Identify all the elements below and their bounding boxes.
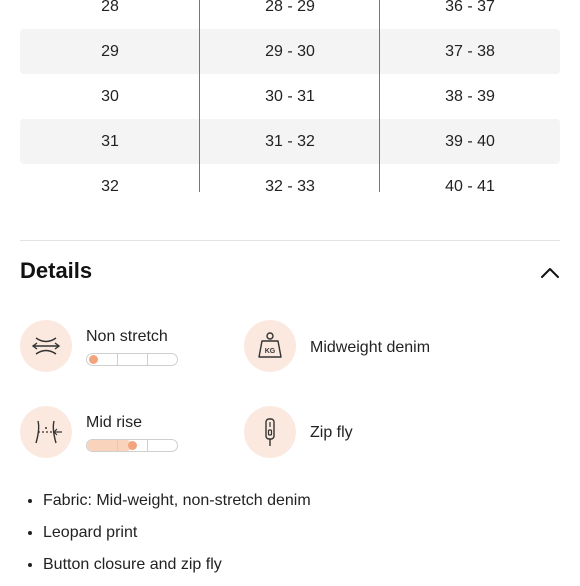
stretch-arrows-icon [20, 320, 72, 372]
size-table: 28 28 - 29 36 - 37 29 29 - 30 37 - 38 30… [20, 0, 560, 209]
table-cell: 37 - 38 [445, 43, 495, 60]
scale-knob [127, 441, 137, 450]
scale-tick [147, 440, 148, 451]
table-cell: 30 - 31 [265, 88, 315, 105]
scale-fill [87, 440, 132, 451]
table-row: 31 31 - 32 39 - 40 [20, 119, 560, 164]
table-cell: 28 [101, 0, 119, 15]
zipper-icon [244, 406, 296, 458]
list-item: Leopard print [28, 522, 311, 554]
feature-label: Non stretch [86, 328, 168, 345]
table-cell: 28 - 29 [265, 0, 315, 15]
table-cell: 36 - 37 [445, 0, 495, 15]
list-item: Fabric: Mid-weight, non-stretch denim [28, 490, 311, 522]
scale-tick [147, 354, 148, 365]
section-divider [20, 240, 560, 241]
weight-kg-icon: KG [244, 320, 296, 372]
table-cell: 31 - 32 [265, 133, 315, 150]
list-item: Button closure and zip fly [28, 554, 311, 586]
feature-label: Midweight denim [310, 339, 431, 356]
table-cell: 29 [101, 43, 119, 60]
details-heading: Details [20, 258, 93, 283]
feature-label: Zip fly [310, 424, 353, 441]
table-row: 32 32 - 33 40 - 41 [20, 164, 560, 209]
feature-label: Mid rise [86, 414, 143, 431]
scale-tick [117, 440, 118, 451]
scale-knob [89, 355, 98, 364]
stretch-scale [86, 353, 178, 366]
table-row: 28 28 - 29 36 - 37 [20, 0, 560, 29]
table-cell: 38 - 39 [445, 88, 495, 105]
table-cell: 31 [101, 133, 119, 150]
weight-icon-text: KG [265, 348, 276, 355]
details-bullet-list: Fabric: Mid-weight, non-stretch denim Le… [28, 490, 311, 586]
table-cell: 40 - 41 [445, 178, 495, 195]
table-cell: 32 - 33 [265, 178, 315, 195]
table-cell: 29 - 30 [265, 43, 315, 60]
chevron-up-icon [541, 268, 559, 278]
table-row: 30 30 - 31 38 - 39 [20, 74, 560, 119]
table-row: 29 29 - 30 37 - 38 [20, 29, 560, 74]
scale-tick [117, 354, 118, 365]
table-cell: 39 - 40 [445, 133, 495, 150]
details-collapse-button[interactable] [538, 263, 562, 283]
table-cell: 32 [101, 178, 119, 195]
waist-rise-icon [20, 406, 72, 458]
rise-scale [86, 439, 178, 452]
table-cell: 30 [101, 88, 119, 105]
